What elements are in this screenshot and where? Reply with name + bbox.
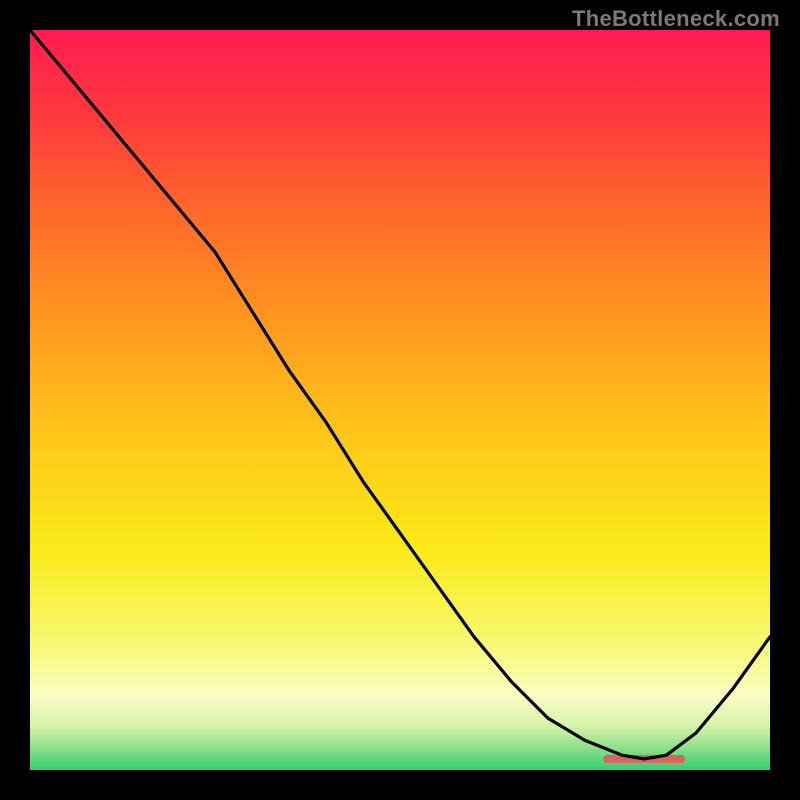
- chart-container: TheBottleneck.com: [0, 0, 800, 800]
- gradient-bg: [30, 30, 770, 770]
- plot-area: [30, 30, 770, 770]
- plot-svg: [30, 30, 770, 770]
- watermark-text: TheBottleneck.com: [572, 6, 780, 32]
